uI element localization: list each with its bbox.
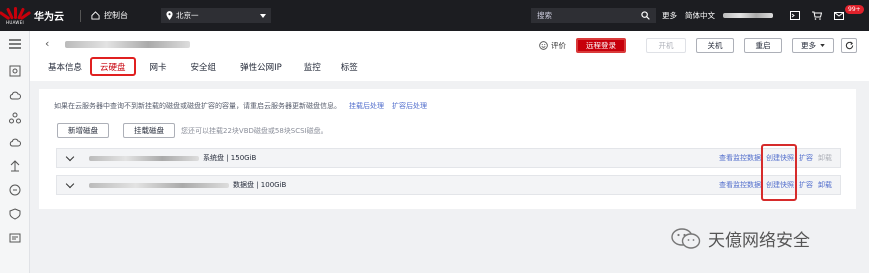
disk-panel: 如果在云服务器中查询不到新挂载的磁盘或磁盘扩容的容量，请重启云服务器更新磁盘信息… xyxy=(39,89,856,209)
brand-name[interactable]: 华为云 xyxy=(34,8,75,23)
view-monitoring-link[interactable]: 查看监控数据 xyxy=(719,153,761,163)
detach-link[interactable]: 卸载 xyxy=(818,180,832,190)
cart-icon[interactable] xyxy=(812,11,822,20)
attach-hint: 您还可以挂载22块VBD磁盘或58块SCSI磁盘。 xyxy=(181,126,328,135)
huawei-logo[interactable]: HUAWEI xyxy=(0,0,32,31)
back-arrow-icon[interactable]: ‹ xyxy=(45,37,49,50)
more-link[interactable]: 更多 xyxy=(662,10,677,21)
post-expand-link[interactable]: 扩容后处理 xyxy=(392,102,427,110)
notification-badge: 99+ xyxy=(845,5,864,14)
tab-cloud-disk[interactable]: 云硬盘 xyxy=(90,57,136,76)
dashboard-icon[interactable] xyxy=(8,64,22,78)
watermark: 天億网络安全 xyxy=(671,226,810,251)
disk-type-size: 数据盘 | 100GiB xyxy=(233,181,287,189)
message-icon[interactable] xyxy=(834,11,844,20)
detach-link[interactable]: 卸载 xyxy=(818,153,832,163)
terminal-icon[interactable] xyxy=(790,11,800,20)
region-selector[interactable]: 北京一 xyxy=(161,8,271,23)
wechat-icon xyxy=(671,227,701,249)
console-link[interactable]: 控制台 xyxy=(91,10,149,21)
rate-label: 评价 xyxy=(551,41,566,50)
search-input[interactable]: 搜索 xyxy=(531,8,656,23)
shield-icon[interactable] xyxy=(8,207,22,221)
tab-monitoring[interactable]: 监控 xyxy=(296,57,329,77)
restart-button[interactable]: 重启 xyxy=(744,38,782,53)
start-button[interactable]: 开机 xyxy=(646,38,686,53)
language-switch[interactable]: 简体中文 xyxy=(685,10,715,21)
caret-down-icon xyxy=(260,13,266,18)
shutdown-button[interactable]: 关机 xyxy=(696,38,734,53)
tab-security-group[interactable]: 安全组 xyxy=(183,57,225,77)
server-header: ‹ 评价 远程登录 开机 关机 重启 更多 基本信息 云硬盘 网卡 安全组 弹性… xyxy=(30,31,869,81)
menu-icon[interactable] xyxy=(8,37,22,51)
smiley-icon xyxy=(539,41,548,50)
chat-icon[interactable] xyxy=(8,183,22,197)
deploy-icon[interactable] xyxy=(8,159,22,173)
disk-name xyxy=(89,155,199,161)
search-icon[interactable] xyxy=(641,11,650,20)
cloud-icon[interactable] xyxy=(8,88,22,102)
tab-eip[interactable]: 弹性公网IP xyxy=(232,57,290,77)
refresh-icon xyxy=(845,41,853,50)
cloud-storage-icon[interactable] xyxy=(8,135,22,149)
server-name xyxy=(65,41,190,48)
divider xyxy=(80,9,81,22)
remote-login-button[interactable]: 远程登录 xyxy=(576,38,626,53)
user-account[interactable] xyxy=(723,13,773,18)
sidebar xyxy=(0,31,30,273)
tab-nic[interactable]: 网卡 xyxy=(142,57,175,77)
disk-row-data[interactable]: 数据盘 | 100GiB 查看监控数据 创建快照 扩容 卸载 xyxy=(56,175,841,195)
snapshot-highlight-box xyxy=(761,144,797,201)
attach-disk-button[interactable]: 挂载磁盘 xyxy=(123,123,175,138)
disk-type-size: 系统盘 | 150GiB xyxy=(203,154,257,162)
network-icon[interactable] xyxy=(8,111,22,125)
tab-bar: 基本信息 云硬盘 网卡 安全组 弹性公网IP 监控 标签 xyxy=(40,57,366,77)
logo-text: HUAWEI xyxy=(6,20,24,25)
expand-link[interactable]: 扩容 xyxy=(799,180,813,190)
disk-row-system[interactable]: 系统盘 | 150GiB 查看监控数据 创建快照 扩容 卸载 xyxy=(56,148,841,168)
chevron-down-icon[interactable] xyxy=(65,179,75,188)
console-label: 控制台 xyxy=(104,11,128,20)
search-placeholder: 搜索 xyxy=(537,11,552,20)
monitor-icon[interactable] xyxy=(8,231,22,245)
more-label: 更多 xyxy=(801,41,816,50)
notice-text: 如果在云服务器中查询不到新挂载的磁盘或磁盘扩容的容量，请重启云服务器更新磁盘信息… xyxy=(54,101,427,111)
top-nav-bar: HUAWEI 华为云 控制台 北京一 搜索 更多 简体中文 99+ xyxy=(0,0,869,31)
tab-tags[interactable]: 标签 xyxy=(333,57,366,77)
expand-link[interactable]: 扩容 xyxy=(799,153,813,163)
region-label: 北京一 xyxy=(176,11,199,20)
refresh-button[interactable] xyxy=(841,38,857,53)
disk-name xyxy=(89,182,229,188)
post-attach-link[interactable]: 挂载后处理 xyxy=(349,102,384,110)
view-monitoring-link[interactable]: 查看监控数据 xyxy=(719,180,761,190)
more-dropdown[interactable]: 更多 xyxy=(792,38,834,53)
rate-button[interactable]: 评价 xyxy=(539,40,566,51)
home-icon xyxy=(91,11,100,20)
chevron-down-icon[interactable] xyxy=(65,152,75,161)
watermark-text: 天億网络安全 xyxy=(708,231,810,251)
add-disk-button[interactable]: 新增磁盘 xyxy=(57,123,109,138)
notice-message: 如果在云服务器中查询不到新挂载的磁盘或磁盘扩容的容量，请重启云服务器更新磁盘信息… xyxy=(54,102,341,110)
caret-down-icon xyxy=(820,44,825,47)
tab-basic-info[interactable]: 基本信息 xyxy=(40,57,90,77)
location-pin-icon xyxy=(166,11,173,20)
